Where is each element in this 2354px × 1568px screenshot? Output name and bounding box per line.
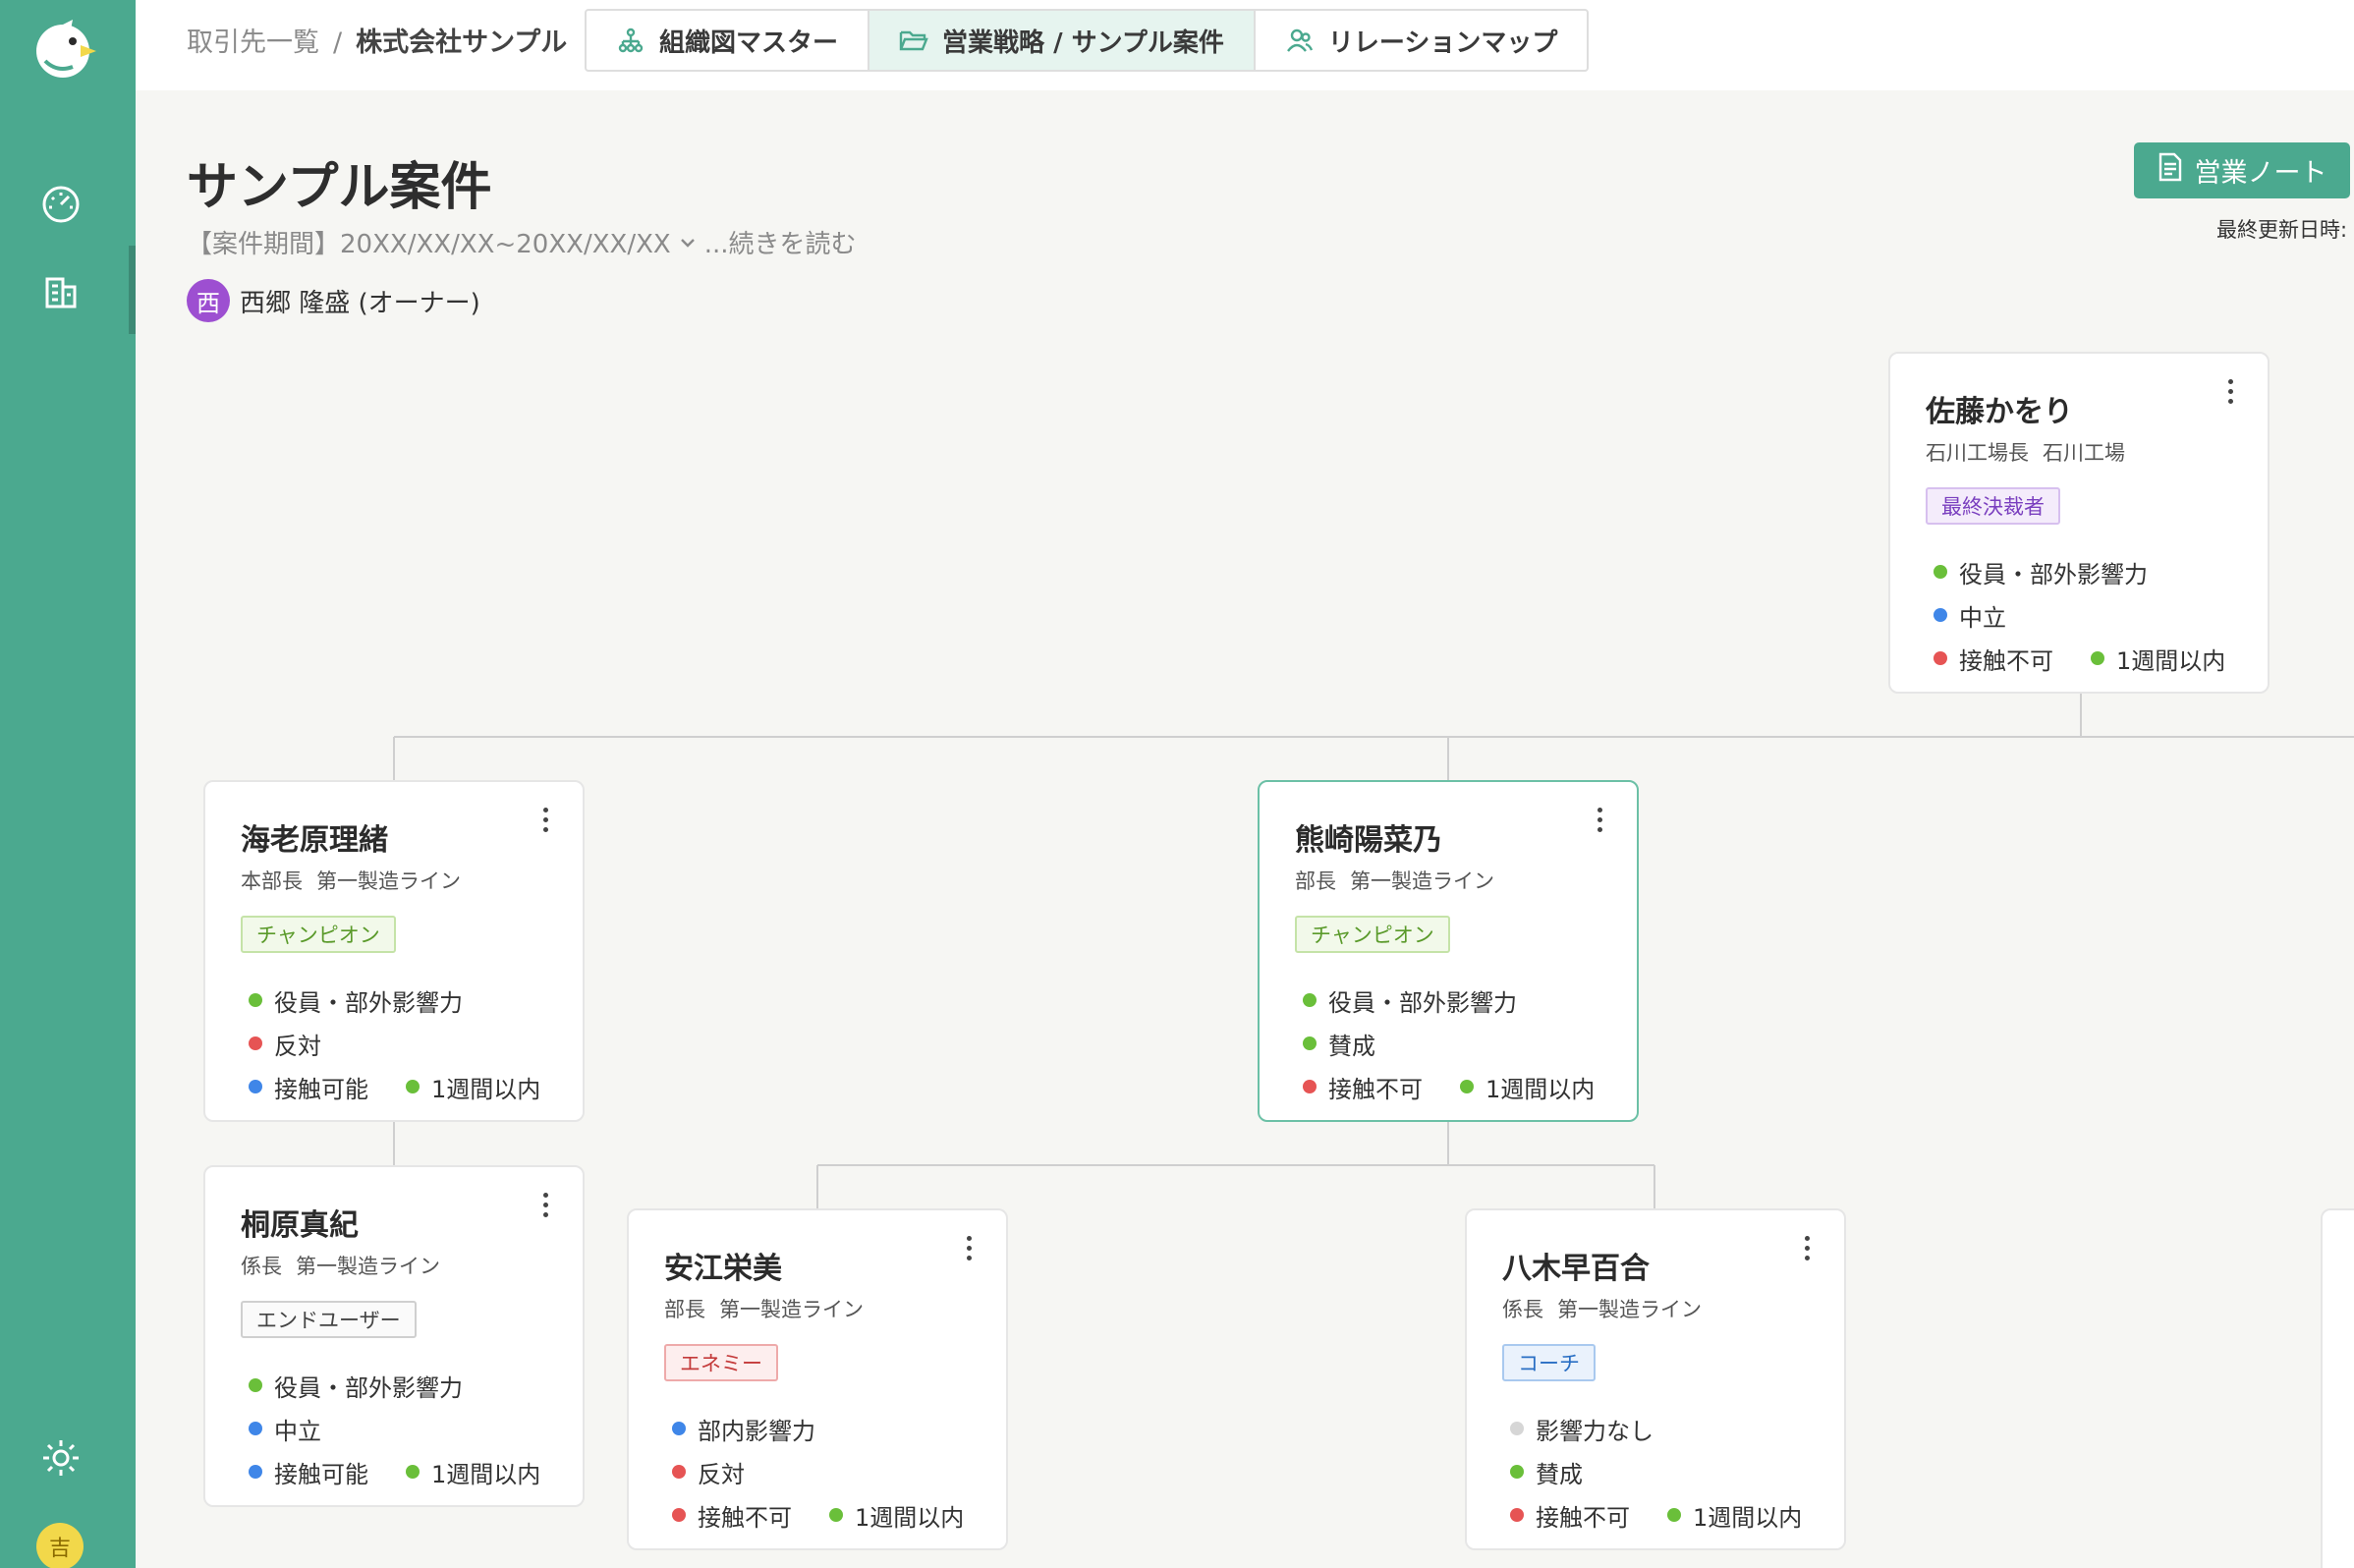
building-icon[interactable] bbox=[37, 267, 84, 314]
people-icon bbox=[1285, 26, 1315, 55]
contact-attr: 接触不可 bbox=[1502, 1498, 1630, 1533]
recency-attr: 1週間以内 bbox=[2083, 642, 2225, 676]
person-name: 熊崎陽菜乃 bbox=[1295, 823, 1442, 858]
person-attributes: 役員・部外影響力 中立 接触不可 1週間以内 bbox=[1926, 550, 2232, 680]
person-card-selected[interactable]: 熊崎陽菜乃 部長 第一製造ライン チャンピオン 役員・部外影響力 賛成 接触不可 1… bbox=[1258, 780, 1639, 1122]
recency-attr: 1週間以内 bbox=[398, 1070, 540, 1104]
person-attributes: 影響力なし 賛成 接触不可 1週間以内 bbox=[1502, 1407, 1809, 1537]
tab-relation-map[interactable]: リレーションマップ bbox=[1256, 11, 1587, 70]
contact-attr: 接触可能 bbox=[241, 1070, 368, 1104]
deal-period: 【案件期間】20XX/XX/XX~20XX/XX/XX ...続きを読む bbox=[187, 224, 857, 260]
document-icon bbox=[2158, 152, 2183, 189]
person-name: 佐藤かをり bbox=[1926, 395, 2073, 429]
org-chart-icon bbox=[616, 26, 645, 55]
more-vertical-icon[interactable] bbox=[533, 800, 557, 839]
person-attributes: 役員・部外影響力 賛成 接触不可 1週間以内 bbox=[1295, 979, 1601, 1108]
person-card[interactable]: 八木早百合 係長 第一製造ライン コーチ 影響力なし 賛成 接触不可 1週間以内 bbox=[1465, 1208, 1846, 1550]
person-role: 係長 第一製造ライン bbox=[1502, 1298, 1702, 1321]
deal-period-text: 【案件期間】20XX/XX/XX~20XX/XX/XX bbox=[187, 230, 671, 259]
person-role: 部長 第一製造ライン bbox=[1295, 869, 1494, 893]
contact-attr: 接触不可 bbox=[1295, 1070, 1423, 1104]
person-card[interactable]: 桐原真紀 係長 第一製造ライン エンドユーザー 役員・部外影響力 中立 接触可能 1… bbox=[203, 1165, 585, 1507]
role-tag: エンドユーザー bbox=[241, 1301, 417, 1338]
stance-attr: 反対 bbox=[664, 1455, 745, 1489]
influence-attr: 影響力なし bbox=[1502, 1412, 1653, 1446]
influence-attr: 部内影響力 bbox=[664, 1412, 815, 1446]
stance-attr: 賛成 bbox=[1502, 1455, 1583, 1489]
person-name: 安江栄美 bbox=[664, 1252, 782, 1286]
tab-label: リレーションマップ bbox=[1327, 28, 1558, 58]
stance-attr: 中立 bbox=[241, 1412, 321, 1446]
breadcrumb-separator: / bbox=[333, 28, 343, 58]
person-card[interactable]: 安江栄美 部長 第一製造ライン エネミー 部内影響力 反対 接触不可 1週間以内 bbox=[627, 1208, 1008, 1550]
gear-icon[interactable] bbox=[37, 1434, 84, 1482]
chevron-down-icon[interactable] bbox=[677, 232, 699, 253]
influence-attr: 役員・部外影響力 bbox=[1295, 983, 1517, 1018]
person-role: 石川工場長 石川工場 bbox=[1926, 441, 2125, 465]
tab-org-chart-master[interactable]: 組織図マスター bbox=[587, 11, 870, 70]
sidebar: 吉 bbox=[0, 0, 136, 1568]
sales-note-button[interactable]: 営業ノート bbox=[2134, 142, 2350, 198]
recency-attr: 1週間以内 bbox=[1659, 1498, 1802, 1533]
person-card[interactable]: 佐藤かをり 石川工場長 石川工場 最終決裁者 役員・部外影響力 中立 接触不可 1週… bbox=[1888, 352, 2270, 694]
recency-attr: 1週間以内 bbox=[398, 1455, 540, 1489]
tab-label: 営業戦略 / サンプル案件 bbox=[942, 28, 1224, 58]
recency-attr: 1週間以内 bbox=[1452, 1070, 1595, 1104]
owner-avatar: 西 bbox=[187, 279, 230, 322]
contact-attr: 接触不可 bbox=[664, 1498, 792, 1533]
influence-attr: 役員・部外影響力 bbox=[241, 983, 463, 1018]
person-name: 八木早百合 bbox=[1502, 1252, 1650, 1286]
contact-attr: 接触可能 bbox=[241, 1455, 368, 1489]
person-role: 本部長 第一製造ライン bbox=[241, 869, 461, 893]
sales-note-label: 営業ノート bbox=[2194, 158, 2327, 189]
tab-sales-strategy[interactable]: 営業戦略 / サンプル案件 bbox=[869, 11, 1256, 70]
person-name: 海老原理緒 bbox=[241, 823, 388, 858]
page-title: サンプル案件 bbox=[187, 158, 492, 217]
last-updated-label: 最終更新日時: bbox=[2216, 218, 2348, 242]
read-more-link[interactable]: ...続きを読む bbox=[704, 224, 857, 260]
more-vertical-icon[interactable] bbox=[1795, 1228, 1819, 1267]
breadcrumb-current: 株式会社サンプル bbox=[356, 28, 568, 58]
recency-attr: 1週間以内 bbox=[821, 1498, 964, 1533]
breadcrumb-parent-link[interactable]: 取引先一覧 bbox=[187, 28, 319, 58]
person-card-partial[interactable] bbox=[2321, 1208, 2354, 1568]
role-tag: 最終決裁者 bbox=[1926, 487, 2060, 525]
more-vertical-icon[interactable] bbox=[957, 1228, 981, 1267]
person-attributes: 役員・部外影響力 反対 接触可能 1週間以内 bbox=[241, 979, 547, 1108]
sidebar-active-marker bbox=[129, 246, 136, 334]
more-vertical-icon[interactable] bbox=[1588, 800, 1611, 839]
owner-name: 西郷 隆盛 (オーナー) bbox=[240, 288, 480, 318]
role-tag: チャンピオン bbox=[1295, 916, 1450, 953]
top-bar: 取引先一覧 / 株式会社サンプル 組織図マスター 営業戦略 / サンプル案件 リ… bbox=[136, 0, 2354, 90]
person-role: 係長 第一製造ライン bbox=[241, 1255, 440, 1278]
tab-label: 組織図マスター bbox=[659, 28, 839, 58]
person-name: 桐原真紀 bbox=[241, 1208, 359, 1243]
view-tabs: 組織図マスター 営業戦略 / サンプル案件 リレーションマップ bbox=[585, 9, 1590, 72]
role-tag: コーチ bbox=[1502, 1344, 1596, 1381]
influence-attr: 役員・部外影響力 bbox=[1926, 555, 2148, 589]
stance-attr: 賛成 bbox=[1295, 1027, 1375, 1061]
more-vertical-icon[interactable] bbox=[533, 1185, 557, 1224]
role-tag: チャンピオン bbox=[241, 916, 396, 953]
user-avatar[interactable]: 吉 bbox=[36, 1523, 84, 1568]
breadcrumb: 取引先一覧 / 株式会社サンプル bbox=[187, 24, 567, 63]
deal-owner: 西 西郷 隆盛 (オーナー) bbox=[187, 279, 480, 322]
influence-attr: 役員・部外影響力 bbox=[241, 1369, 463, 1403]
stance-attr: 中立 bbox=[1926, 598, 2006, 633]
person-role: 部長 第一製造ライン bbox=[664, 1298, 864, 1321]
person-attributes: 部内影響力 反対 接触不可 1週間以内 bbox=[664, 1407, 971, 1537]
dashboard-gauge-icon[interactable] bbox=[37, 181, 84, 228]
app-logo-icon[interactable] bbox=[33, 18, 98, 83]
person-card[interactable]: 海老原理緒 本部長 第一製造ライン チャンピオン 役員・部外影響力 反対 接触可能… bbox=[203, 780, 585, 1122]
folder-open-icon bbox=[899, 26, 928, 55]
more-vertical-icon[interactable] bbox=[2218, 371, 2242, 411]
person-attributes: 役員・部外影響力 中立 接触可能 1週間以内 bbox=[241, 1364, 547, 1493]
stance-attr: 反対 bbox=[241, 1027, 321, 1061]
role-tag: エネミー bbox=[664, 1344, 778, 1381]
contact-attr: 接触不可 bbox=[1926, 642, 2053, 676]
